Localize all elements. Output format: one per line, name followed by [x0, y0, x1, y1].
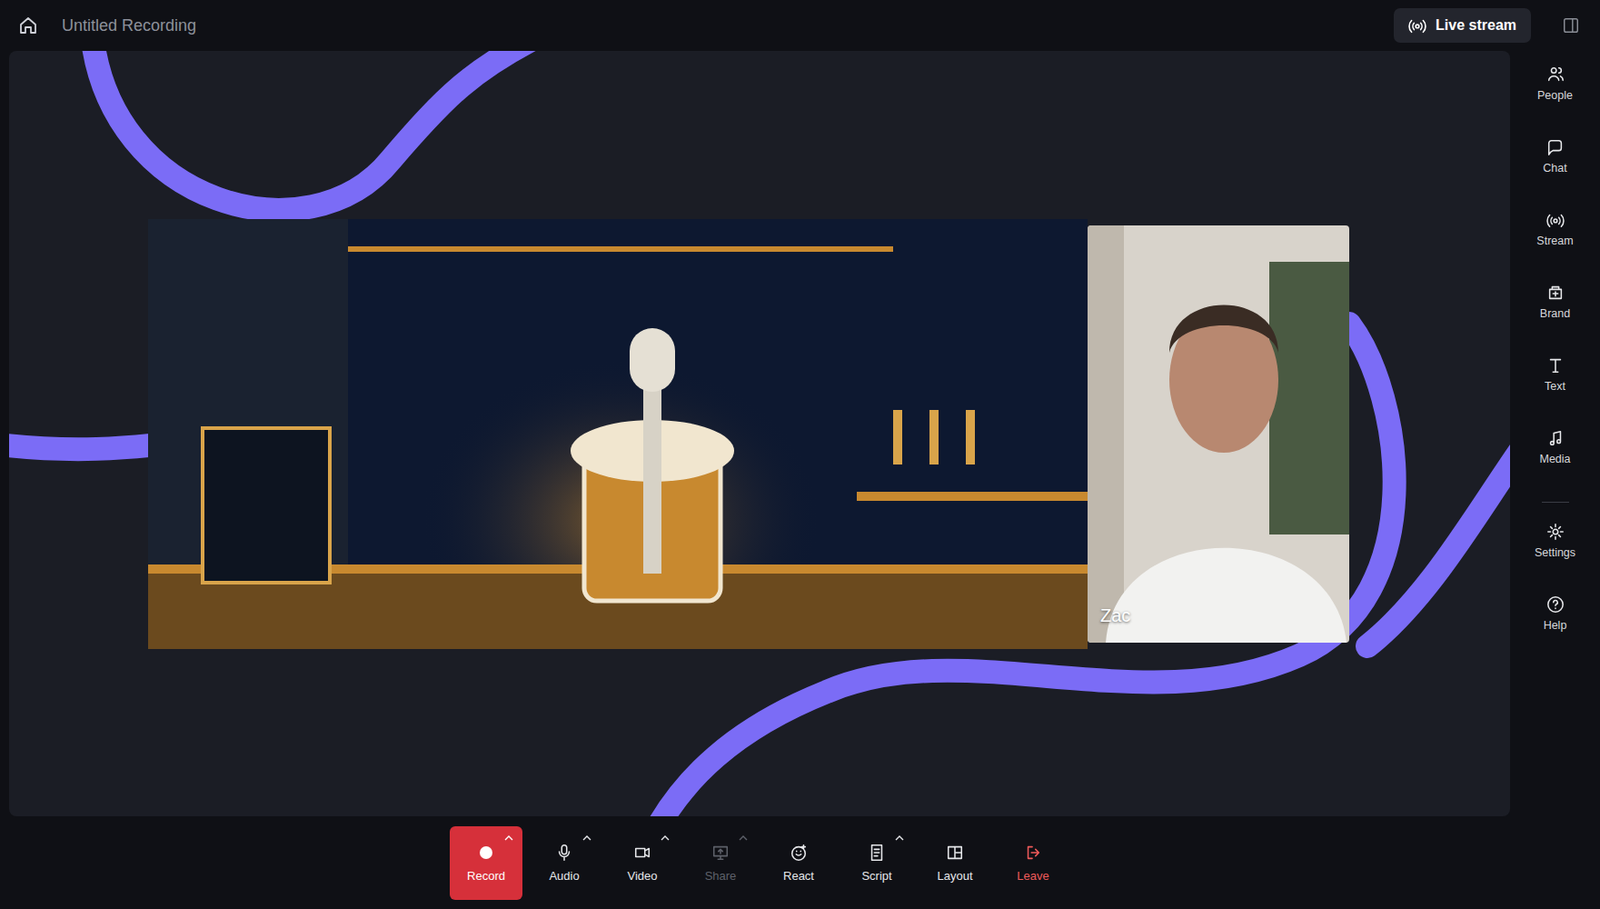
toolbar: RecordAudioVideoShareReactScriptLayoutLe…	[9, 815, 1511, 909]
sidebar-item-icon	[1546, 428, 1565, 448]
sidebar-item-icon	[1546, 138, 1565, 157]
toolbar-button-icon	[945, 843, 964, 862]
toolbar-button[interactable]: Share	[684, 825, 757, 900]
sidebar-item[interactable]: Settings	[1514, 520, 1597, 594]
sidebar-item-icon	[1546, 65, 1565, 84]
banner-image	[148, 218, 1088, 649]
sidebar-item[interactable]: Brand	[1514, 281, 1597, 355]
chevron-up-icon[interactable]	[660, 834, 670, 841]
chevron-up-icon[interactable]	[582, 834, 592, 841]
toolbar-button[interactable]: React	[762, 825, 835, 900]
toolbar-button[interactable]: Audio	[527, 825, 601, 900]
chevron-up-icon[interactable]	[504, 834, 514, 841]
recording-title[interactable]: Untitled Recording	[61, 16, 197, 36]
toolbar-button-icon	[867, 843, 886, 862]
sidebar-item[interactable]: Chat	[1514, 136, 1597, 209]
participant-video[interactable]: Zac	[1087, 225, 1350, 643]
toolbar-button[interactable]: Record	[449, 825, 523, 900]
sidebar-item[interactable]: Media	[1514, 427, 1597, 500]
home-icon[interactable]	[18, 15, 39, 36]
stage: Zac	[9, 50, 1511, 816]
toolbar-button[interactable]: Leave	[996, 825, 1070, 900]
toolbar-button-icon	[789, 843, 808, 862]
toolbar-button-icon	[555, 843, 574, 862]
sidebar-item-icon	[1546, 356, 1565, 375]
sidebar-item[interactable]: Help	[1514, 593, 1597, 666]
sidebar-separator	[1541, 501, 1570, 503]
chevron-up-icon[interactable]	[738, 834, 748, 841]
toolbar-button[interactable]: Script	[840, 825, 914, 900]
chevron-up-icon[interactable]	[894, 834, 905, 841]
participant-name: Zac	[1100, 605, 1131, 627]
live-stream-button[interactable]: Live stream	[1393, 8, 1531, 43]
sidebar-item-icon	[1546, 283, 1565, 302]
record-icon	[479, 845, 493, 859]
broadcast-icon	[1408, 16, 1427, 35]
toolbar-button[interactable]: Video	[606, 825, 679, 900]
toolbar-button-icon	[633, 843, 652, 862]
sidebar-item-icon	[1546, 210, 1565, 229]
sidebar-item[interactable]: People	[1514, 63, 1597, 137]
sidebar-toggle-icon[interactable]	[1561, 16, 1581, 35]
sidebar-item-icon	[1546, 522, 1565, 541]
recording-studio: Untitled Recording Live stream Zac PeopleCh…	[0, 0, 1600, 909]
right-sidebar: PeopleChatStreamBrandTextMedia SettingsHe…	[1510, 50, 1600, 816]
toolbar-button-icon	[1023, 843, 1043, 862]
toolbar-button[interactable]: Layout	[918, 825, 992, 900]
toolbar-button-icon	[711, 843, 730, 862]
top-bar: Untitled Recording Live stream	[0, 0, 1600, 51]
sidebar-item[interactable]: Stream	[1514, 208, 1597, 282]
sidebar-item[interactable]: Text	[1514, 354, 1597, 428]
scene: Zac	[148, 218, 1350, 649]
sidebar-item-icon	[1546, 595, 1565, 614]
